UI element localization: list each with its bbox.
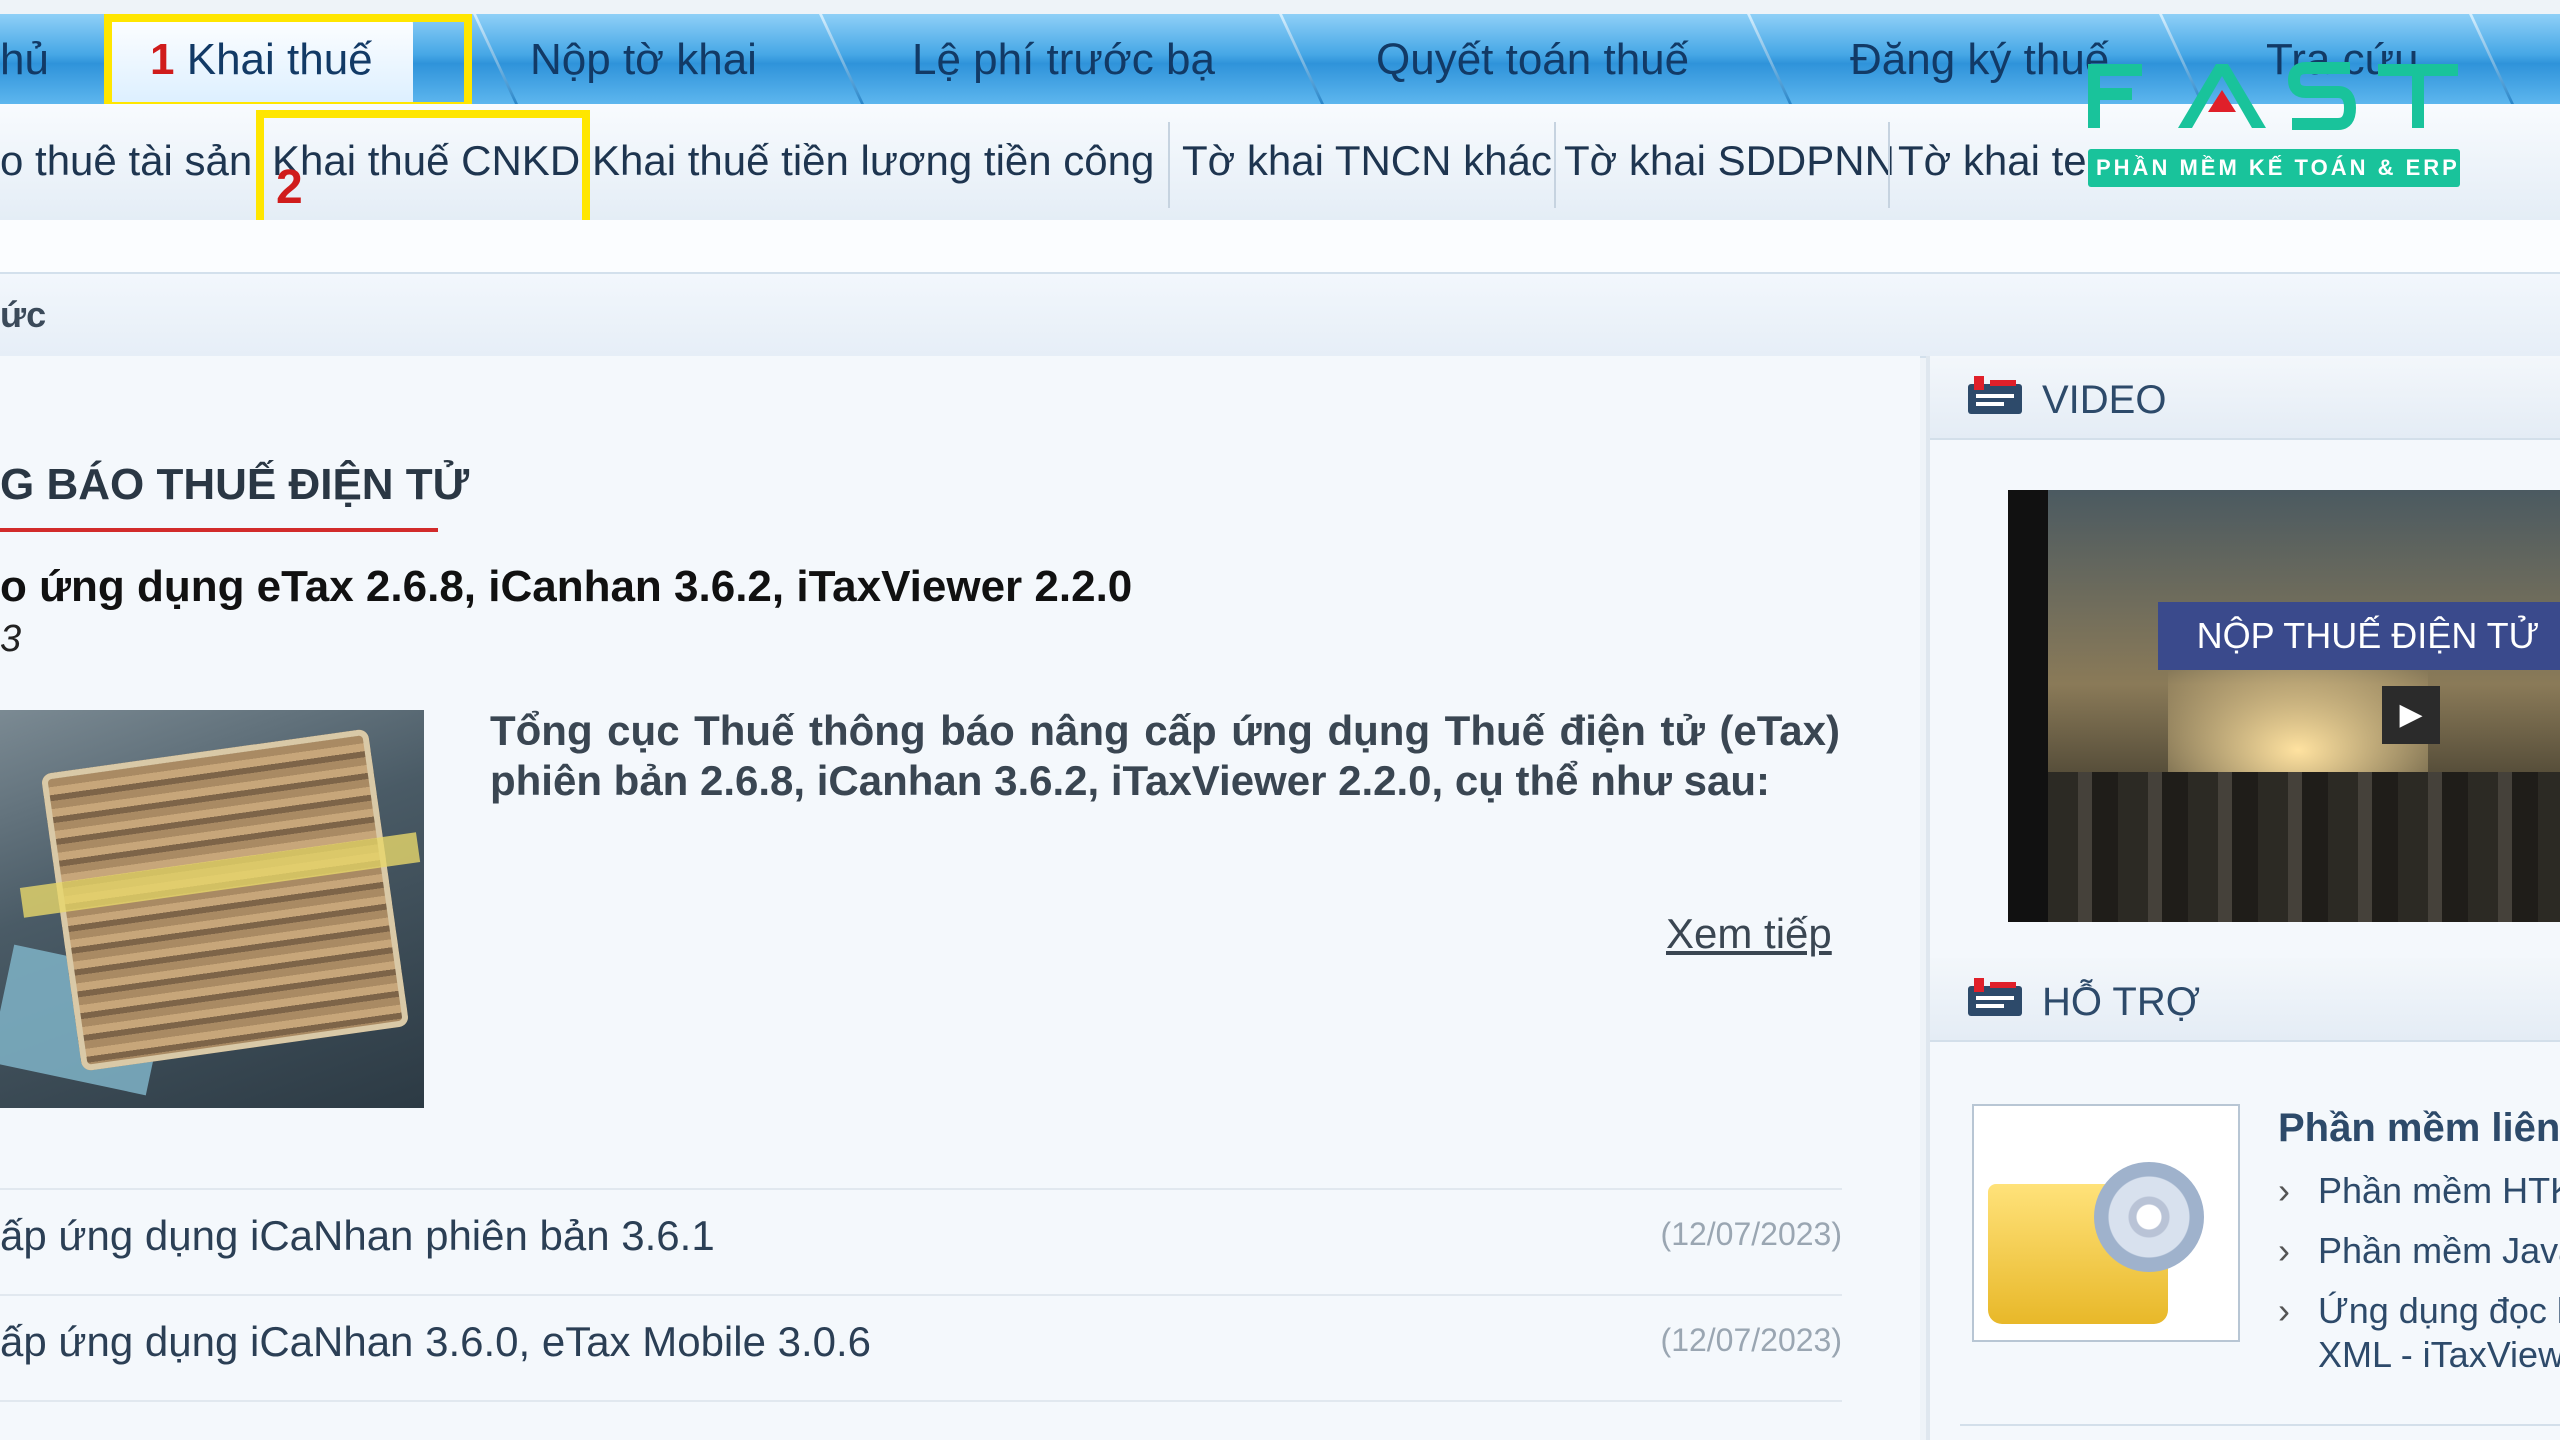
highlight-box-2 [256, 110, 590, 228]
read-more-link[interactable]: Xem tiếp [1666, 910, 1832, 958]
breadcrumb-text: ức [0, 294, 47, 335]
tab-dang-ky-thue[interactable]: Đăng ký thuế [1850, 14, 2109, 104]
tab-divider [819, 14, 864, 104]
video-section-icon [1968, 376, 2022, 414]
tab-home[interactable]: hủ [0, 14, 49, 104]
video-banner: NỘP THUẾ ĐIỆN TỬ [2158, 602, 2560, 670]
subnav-to-khai-sddpnn[interactable]: Tờ khai SDDPNN [1564, 104, 1895, 220]
subnav-thue-tai-san[interactable]: o thuê tài sản [0, 104, 252, 220]
video-frame-detail [2048, 772, 2560, 922]
subnav-khai-thue-tien-luong[interactable]: Khai thuế tiền lương tiền công [592, 104, 1154, 220]
chevron-right-icon: › [2278, 1290, 2290, 1331]
support-link[interactable]: › Phần mềm HTK [2278, 1170, 2560, 1212]
support-heading: HỖ TRỢ [2042, 980, 2201, 1024]
subnav-divider [1888, 122, 1890, 208]
list-item[interactable]: ấp ứng dụng iCaNhan phiên bản 3.6.1 (12/… [0, 1192, 1842, 1282]
support-section-icon [1968, 978, 2022, 1016]
logo-wordmark-graphic [2088, 62, 2458, 130]
support-header: HỖ TRỢ [1930, 958, 2560, 1042]
highlight-box-1 [104, 14, 472, 110]
video-header: VIDEO [1930, 356, 2560, 440]
list-divider [0, 1400, 1842, 1402]
subnav-divider [1168, 122, 1170, 208]
featured-news-image[interactable] [0, 710, 424, 1108]
fast-logo: PHẦN MỀM KẾ TOÁN & ERP [2088, 60, 2460, 187]
disc-icon [2094, 1162, 2204, 1272]
play-icon[interactable]: ▶ [2382, 686, 2440, 744]
list-item-date: (12/07/2023) [1660, 1322, 1842, 1358]
video-heading: VIDEO [2042, 378, 2167, 422]
featured-news-title[interactable]: o ứng dụng eTax 2.6.8, iCanhan 3.6.2, iT… [0, 562, 1132, 612]
main-content: G BÁO THUẾ ĐIỆN TỬ o ứng dụng eTax 2.6.8… [0, 356, 1920, 1440]
tab-divider [2469, 14, 2514, 104]
tab-quyet-toan-thue[interactable]: Quyết toán thuế [1376, 14, 1689, 104]
featured-news-summary: Tổng cục Thuế thông báo nâng cấp ứng dụn… [490, 707, 1840, 804]
video-player[interactable]: NỘP THUẾ ĐIỆN TỬ ▶ [2008, 490, 2560, 922]
support-link[interactable]: › Ứng dụng đọc l [2278, 1290, 2560, 1332]
list-item[interactable]: ấp ứng dụng iCaNhan 3.6.0, eTax Mobile 3… [0, 1298, 1842, 1388]
spacer-band [0, 220, 2560, 272]
logo-tagline: PHẦN MỀM KẾ TOÁN & ERP [2088, 149, 2460, 187]
subnav-divider [1554, 122, 1556, 208]
tab-divider [1279, 14, 1324, 104]
section-underline [0, 528, 438, 532]
logo-wordmark [2088, 60, 2460, 139]
step-marker-2: 2 [276, 161, 303, 214]
tab-divider [473, 14, 518, 104]
support-link-continued[interactable]: XML - iTaxView [2278, 1334, 2560, 1376]
list-item-date: (12/07/2023) [1660, 1216, 1842, 1252]
subnav-to-khai-tncn-khac[interactable]: Tờ khai TNCN khác [1182, 104, 1552, 220]
tab-le-phi-truoc-ba[interactable]: Lệ phí trước bạ [912, 14, 1215, 104]
list-divider [0, 1188, 1842, 1190]
sidebar: VIDEO NỘP THUẾ ĐIỆN TỬ ▶ HỖ TRỢ Phần mềm… [1926, 356, 2560, 1440]
chevron-right-icon: › [2278, 1230, 2290, 1271]
software-folder-icon[interactable] [1972, 1104, 2240, 1342]
section-title: G BÁO THUẾ ĐIỆN TỬ [0, 460, 470, 509]
tab-nop-to-khai[interactable]: Nộp tờ khai [530, 14, 757, 104]
breadcrumb: ức [0, 272, 2560, 358]
sidebar-divider [1960, 1424, 2560, 1426]
support-title[interactable]: Phần mềm liên [2278, 1106, 2560, 1151]
support-link[interactable]: › Phần mềm Java [2278, 1230, 2560, 1272]
list-item-title[interactable]: ấp ứng dụng iCaNhan phiên bản 3.6.1 [0, 1212, 715, 1260]
tab-divider [1747, 14, 1792, 104]
list-divider [0, 1294, 1842, 1296]
featured-news-date: 3 [0, 618, 22, 660]
subnav-to-khai-te[interactable]: Tờ khai te [1898, 104, 2087, 220]
list-item-title[interactable]: ấp ứng dụng iCaNhan 3.6.0, eTax Mobile 3… [0, 1318, 871, 1366]
chevron-right-icon: › [2278, 1170, 2290, 1211]
